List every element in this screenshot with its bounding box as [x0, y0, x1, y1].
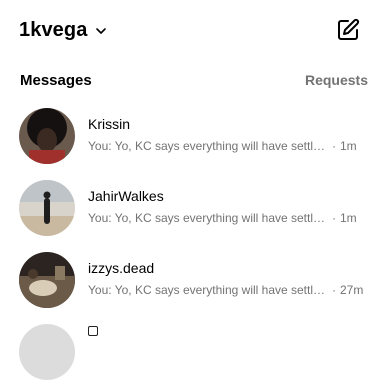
thread-name: Krissin — [88, 116, 131, 132]
separator: · — [332, 283, 336, 297]
thread-row[interactable]: izzys.dead You: Yo, KC says everything w… — [0, 242, 374, 314]
timestamp: 27m — [340, 283, 364, 297]
partial-icon — [88, 326, 98, 336]
thread-preview: You: Yo, KC says everything will have se… — [88, 139, 370, 153]
preview-text: You: Yo, KC says everything will have se… — [88, 211, 328, 225]
thread-row[interactable]: JahirWalkes You: Yo, KC says everything … — [0, 170, 374, 242]
thread-name: JahirWalkes — [88, 188, 164, 204]
chevron-down-icon — [96, 28, 107, 34]
timestamp: 1m — [340, 211, 357, 225]
preview-text: You: Yo, KC says everything will have se… — [88, 139, 328, 153]
avatar — [19, 180, 75, 236]
avatar — [19, 108, 75, 164]
account-switcher[interactable]: 1kvega — [19, 19, 107, 42]
messages-section-header: Messages Requests — [0, 64, 374, 98]
thread-row[interactable]: Krissin You: Yo, KC says everything will… — [0, 98, 374, 170]
header: 1kvega — [0, 0, 374, 64]
thread-row-partial[interactable] — [0, 314, 374, 380]
separator: · — [332, 211, 336, 225]
thread-preview: You: Yo, KC says everything will have se… — [88, 211, 370, 225]
timestamp: 1m — [340, 139, 357, 153]
preview-text: You: Yo, KC says everything will have se… — [88, 283, 328, 297]
thread-preview: You: Yo, KC says everything will have se… — [88, 283, 370, 297]
section-title: Messages — [20, 72, 92, 89]
avatar — [19, 252, 75, 308]
separator: · — [332, 139, 336, 153]
requests-link[interactable]: Requests — [305, 72, 368, 88]
new-message-button[interactable] — [336, 18, 360, 42]
thread-name: izzys.dead — [88, 260, 155, 276]
compose-icon — [338, 18, 360, 40]
avatar — [19, 324, 75, 380]
account-name: 1kvega — [19, 19, 88, 41]
